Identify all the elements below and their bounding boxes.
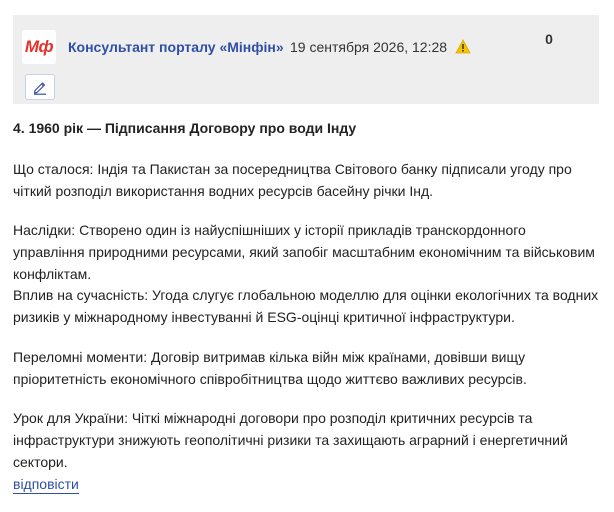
comment-date: 19 сентября 2026, 12:28 bbox=[290, 39, 448, 55]
rating-count: 0 bbox=[545, 31, 553, 47]
paragraph-modern-impact: Вплив на сучасність: Угода слугує глобал… bbox=[13, 287, 599, 325]
edit-button[interactable] bbox=[25, 74, 55, 100]
paragraph-consequences: Наслідки: Створено один із найуспішніших… bbox=[13, 222, 595, 282]
paragraph-turning-points: Переломні моменти: Договір витримав кіль… bbox=[13, 349, 527, 387]
paragraph-what-happened: Що сталося: Індія та Пакистан за посеред… bbox=[13, 161, 572, 199]
warning-icon[interactable] bbox=[455, 39, 471, 54]
author-link[interactable]: Консультант порталу «Мінфін» bbox=[68, 39, 284, 55]
paragraph-lesson-ukraine: Урок для України: Чіткі міжнародні догов… bbox=[13, 410, 568, 470]
comment-body: 4. 1960 рік — Підписання Договору про во… bbox=[13, 118, 599, 494]
comment-header: Мф Консультант порталу «Мінфін» 19 сентя… bbox=[13, 15, 599, 104]
minfin-logo: Мф bbox=[22, 30, 56, 64]
pencil-icon bbox=[34, 82, 46, 95]
reply-link[interactable]: відповісти bbox=[13, 475, 79, 494]
comment-title: 4. 1960 рік — Підписання Договору про во… bbox=[13, 120, 357, 136]
